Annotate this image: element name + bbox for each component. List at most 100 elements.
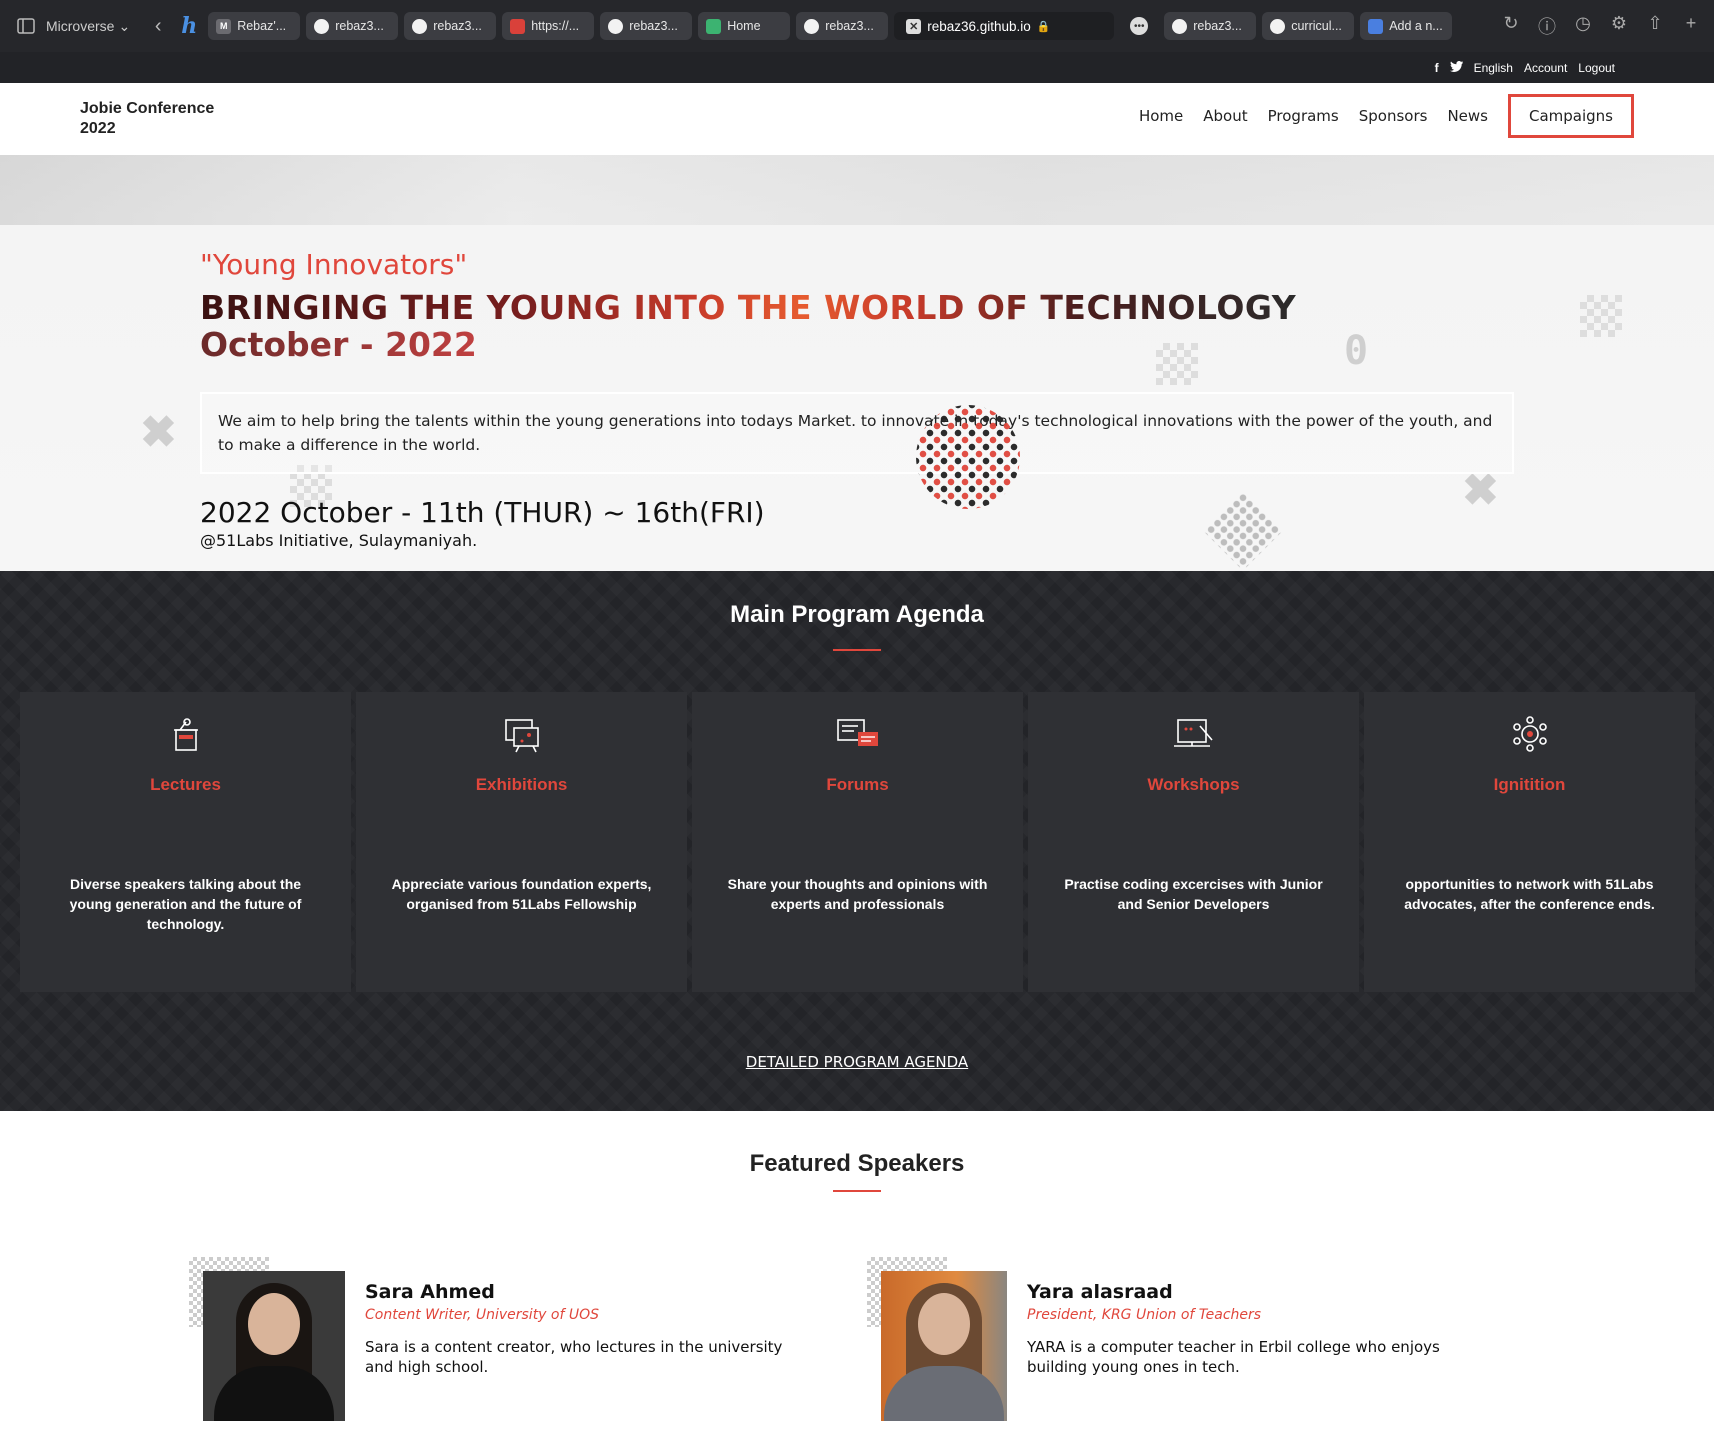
photo-face — [248, 1293, 300, 1355]
detailed-agenda-link[interactable]: DETAILED PROGRAM AGENDA — [0, 1053, 1714, 1071]
browser-tab[interactable]: curricul... — [1262, 12, 1355, 40]
utility-bar: f English Account Logout — [0, 52, 1714, 83]
hero-tagline: "Young Innovators" — [200, 248, 468, 281]
card-title: Forums — [826, 775, 889, 794]
tab-label: rebaz3... — [825, 19, 874, 33]
photo-face — [918, 1293, 970, 1355]
browser-tab[interactable]: Add a n... — [1360, 12, 1453, 40]
forum-icon — [692, 714, 1023, 754]
agenda-cards: Lectures Diverse speakers talking about … — [20, 692, 1695, 992]
info-icon[interactable]: ⓘ — [1536, 13, 1558, 39]
browser-tab[interactable]: https://... — [502, 12, 595, 40]
reload-icon[interactable]: ↻ — [1500, 13, 1522, 39]
nav-programs[interactable]: Programs — [1268, 107, 1339, 125]
event-date: 2022 October - 11th (THUR) ~ 16th(FRI) — [200, 496, 765, 529]
x-decoration: ✖ — [1462, 466, 1499, 515]
dotted-circle-decoration — [916, 405, 1020, 509]
tab-label: rebaz3... — [433, 19, 482, 33]
network-icon — [1364, 714, 1695, 754]
nav-campaigns[interactable]: Campaigns — [1507, 94, 1634, 138]
card-title: Lectures — [150, 775, 221, 794]
dotted-diamond-decoration — [1203, 491, 1283, 571]
workshop-icon — [1028, 714, 1359, 754]
title-underline — [833, 649, 881, 651]
photo-body — [214, 1366, 334, 1421]
tab-label: Rebaz'... — [237, 19, 287, 33]
tab-label: curricul... — [1291, 19, 1342, 33]
card-title: Exhibitions — [475, 775, 568, 794]
back-arrow-icon[interactable]: ‹ — [146, 15, 170, 38]
speakers-title: Featured Speakers — [749, 1150, 965, 1177]
speaker-photo — [881, 1271, 1007, 1421]
speaker-role: Content Writer, University of UOS — [365, 1307, 600, 1323]
speaker-card: Yara alasraad President, KRG Union of Te… — [867, 1257, 1507, 1437]
account-link[interactable]: Account — [1524, 61, 1567, 75]
x-decoration: ✖ — [140, 408, 177, 457]
nav-news[interactable]: News — [1447, 107, 1488, 125]
title-underline — [833, 1190, 881, 1192]
profile-label: Microverse — [46, 18, 115, 34]
browser-tab[interactable]: M Rebaz'... — [208, 12, 301, 40]
twitter-icon[interactable] — [1449, 60, 1463, 75]
site-brand[interactable]: Jobie Conference 2022 — [80, 99, 214, 139]
brand-line-2: 2022 — [80, 120, 116, 137]
browser-tab[interactable]: rebaz3... — [796, 12, 889, 40]
tab-label: rebaz3... — [335, 19, 384, 33]
card-description: Share your thoughts and opinions with ex… — [727, 876, 988, 912]
brand-line-1: Jobie Conference — [80, 100, 215, 117]
card-description: Practise coding excercises with Junior a… — [1064, 876, 1323, 912]
browser-tab[interactable]: rebaz3... — [1164, 12, 1257, 40]
main-navbar: Jobie Conference 2022 Home About Program… — [0, 83, 1714, 155]
tab-label: Home — [727, 19, 761, 33]
browser-tab[interactable]: rebaz3... — [306, 12, 399, 40]
tab-label: Add a n... — [1389, 19, 1443, 33]
close-icon[interactable]: ✕ — [906, 18, 922, 34]
nav-links: Home About Programs Sponsors News Campai… — [1119, 93, 1634, 139]
zero-glyph-decoration: 0 — [1344, 328, 1369, 374]
agenda-card-workshops[interactable]: Workshops Practise coding excercises wit… — [1028, 692, 1359, 992]
tab-url: rebaz36.github.io — [927, 18, 1031, 34]
profile-menu[interactable]: Microverse ⌄ — [46, 18, 130, 35]
podium-icon — [20, 714, 351, 754]
github-icon — [608, 18, 624, 34]
browser-tab[interactable]: Home — [698, 12, 791, 40]
lock-icon: 🔒 — [1036, 20, 1051, 33]
hero-background-photo — [0, 155, 1714, 225]
browser-tab-active[interactable]: ✕ rebaz36.github.io 🔒 — [894, 12, 1115, 40]
h-logo-icon[interactable]: h — [176, 13, 202, 39]
github-icon — [1270, 18, 1286, 34]
exhibition-icon — [356, 714, 687, 754]
m-icon: M — [216, 18, 232, 34]
docs-icon — [1368, 18, 1384, 34]
speaker-name: Yara alasraad — [1027, 1281, 1173, 1303]
logout-link[interactable]: Logout — [1578, 61, 1615, 75]
gear-icon[interactable]: ⚙ — [1608, 13, 1630, 39]
more-icon[interactable]: ••• — [1130, 17, 1149, 35]
tab-label: https://... — [531, 19, 580, 33]
agenda-title: Main Program Agenda — [730, 601, 984, 628]
new-tab-icon[interactable]: + — [1680, 13, 1702, 39]
agenda-card-exhibitions[interactable]: Exhibitions Appreciate various foundatio… — [356, 692, 687, 992]
share-icon[interactable]: ⇧ — [1644, 13, 1666, 39]
hero-headline: BRINGING THE YOUNG INTO THE WORLD OF TEC… — [200, 288, 1297, 327]
browser-tab[interactable]: rebaz3... — [404, 12, 497, 40]
agenda-card-forums[interactable]: Forums Share your thoughts and opinions … — [692, 692, 1023, 992]
language-link[interactable]: English — [1474, 61, 1513, 75]
site-icon — [706, 18, 722, 34]
agenda-card-ignitition[interactable]: Ignitition opportunities to network with… — [1364, 692, 1695, 992]
nav-home[interactable]: Home — [1139, 107, 1183, 125]
pixel-decoration — [1580, 295, 1622, 337]
card-description: opportunities to network with 51Labs adv… — [1404, 876, 1655, 912]
history-icon[interactable]: ◷ — [1572, 13, 1594, 39]
github-icon — [1172, 18, 1188, 34]
toolbar-icons: ↻ ⓘ ◷ ⚙ ⇧ + — [1500, 13, 1702, 39]
speaker-name: Sara Ahmed — [365, 1281, 495, 1303]
nav-sponsors[interactable]: Sponsors — [1359, 107, 1428, 125]
browser-tab[interactable]: rebaz3... — [600, 12, 693, 40]
speaker-card: Sara Ahmed Content Writer, University of… — [189, 1257, 829, 1437]
agenda-card-lectures[interactable]: Lectures Diverse speakers talking about … — [20, 692, 351, 992]
photo-body — [884, 1366, 1004, 1421]
sidebar-toggle-icon[interactable] — [12, 12, 40, 40]
facebook-icon[interactable]: f — [1435, 61, 1439, 75]
nav-about[interactable]: About — [1203, 107, 1247, 125]
